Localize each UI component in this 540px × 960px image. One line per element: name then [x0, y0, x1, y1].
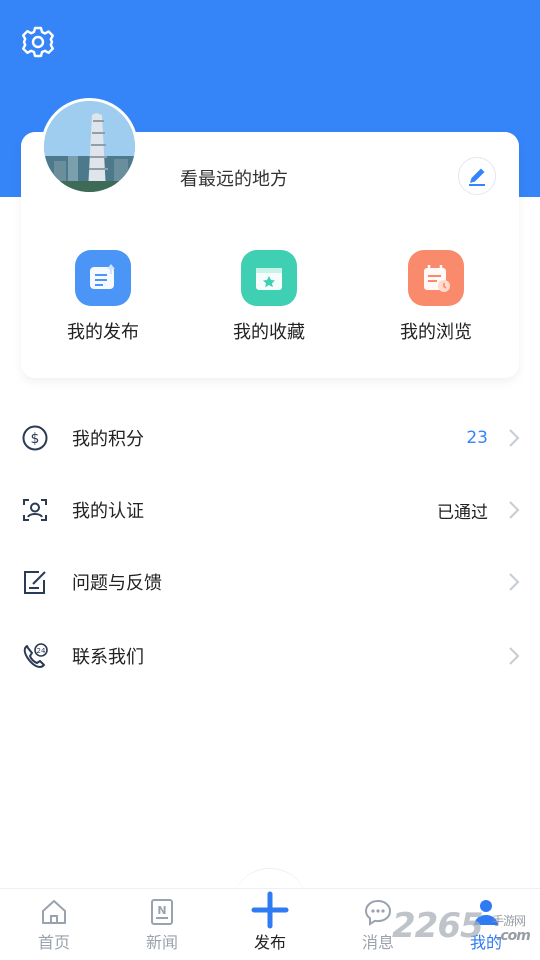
site-watermark: 2265 手游网 .com [392, 906, 531, 946]
svg-text:24: 24 [37, 647, 46, 655]
verification-status: 已通过 [437, 502, 488, 523]
menu-label: 问题与反馈 [72, 573, 162, 594]
shortcut-label: 我的发布 [67, 322, 139, 343]
shortcut-label: 我的浏览 [400, 322, 472, 343]
watermark-number: 2265 [392, 906, 484, 946]
avatar[interactable] [41, 98, 138, 195]
news-icon: N [151, 899, 173, 925]
chevron-right-icon [509, 647, 520, 665]
shortcut-my-history[interactable]: 我的浏览 [376, 250, 496, 344]
gear-icon[interactable] [20, 24, 56, 60]
tab-news[interactable]: N 新闻 [122, 889, 202, 960]
history-calendar-icon [408, 250, 464, 306]
id-verify-icon [23, 499, 47, 521]
chat-bubble-icon [364, 899, 392, 926]
shortcut-my-favorites[interactable]: 我的收藏 [209, 250, 329, 344]
document-upload-icon [75, 250, 131, 306]
shortcut-my-posts[interactable]: 我的发布 [43, 250, 163, 344]
menu-row-contact[interactable]: 24 联系我们 [0, 626, 540, 686]
plus-icon [251, 891, 289, 929]
star-folder-icon [241, 250, 297, 306]
phone-24-icon: 24 [23, 643, 48, 668]
menu-label: 我的认证 [72, 501, 144, 522]
edit-profile-button[interactable] [458, 157, 496, 195]
watermark-domain: .com [496, 928, 531, 944]
tab-publish[interactable]: 发布 [230, 889, 310, 960]
chevron-right-icon [509, 429, 520, 447]
chevron-right-icon [509, 573, 520, 591]
menu-label: 联系我们 [72, 647, 144, 668]
points-value: 23 [466, 428, 488, 448]
tab-label: 首页 [37, 933, 70, 952]
nickname: 看最远的地方 [180, 169, 288, 190]
tab-label: 新闻 [145, 933, 178, 952]
tab-home[interactable]: 首页 [14, 889, 94, 960]
tab-label: 发布 [253, 933, 286, 952]
menu-row-verification[interactable]: 我的认证 已通过 [0, 480, 540, 540]
watermark-sub: 手游网 [492, 914, 526, 928]
pencil-icon [469, 168, 485, 186]
menu-label: 我的积分 [72, 429, 144, 450]
coin-icon: $ [22, 425, 48, 451]
svg-text:$: $ [31, 431, 40, 447]
shortcut-label: 我的收藏 [233, 322, 305, 343]
menu-row-points[interactable]: $ 我的积分 23 [0, 408, 540, 468]
svg-text:N: N [157, 904, 166, 917]
home-icon [42, 900, 66, 924]
menu-row-feedback[interactable]: 问题与反馈 [0, 552, 540, 612]
chevron-right-icon [509, 501, 520, 519]
feedback-edit-icon [24, 571, 46, 594]
